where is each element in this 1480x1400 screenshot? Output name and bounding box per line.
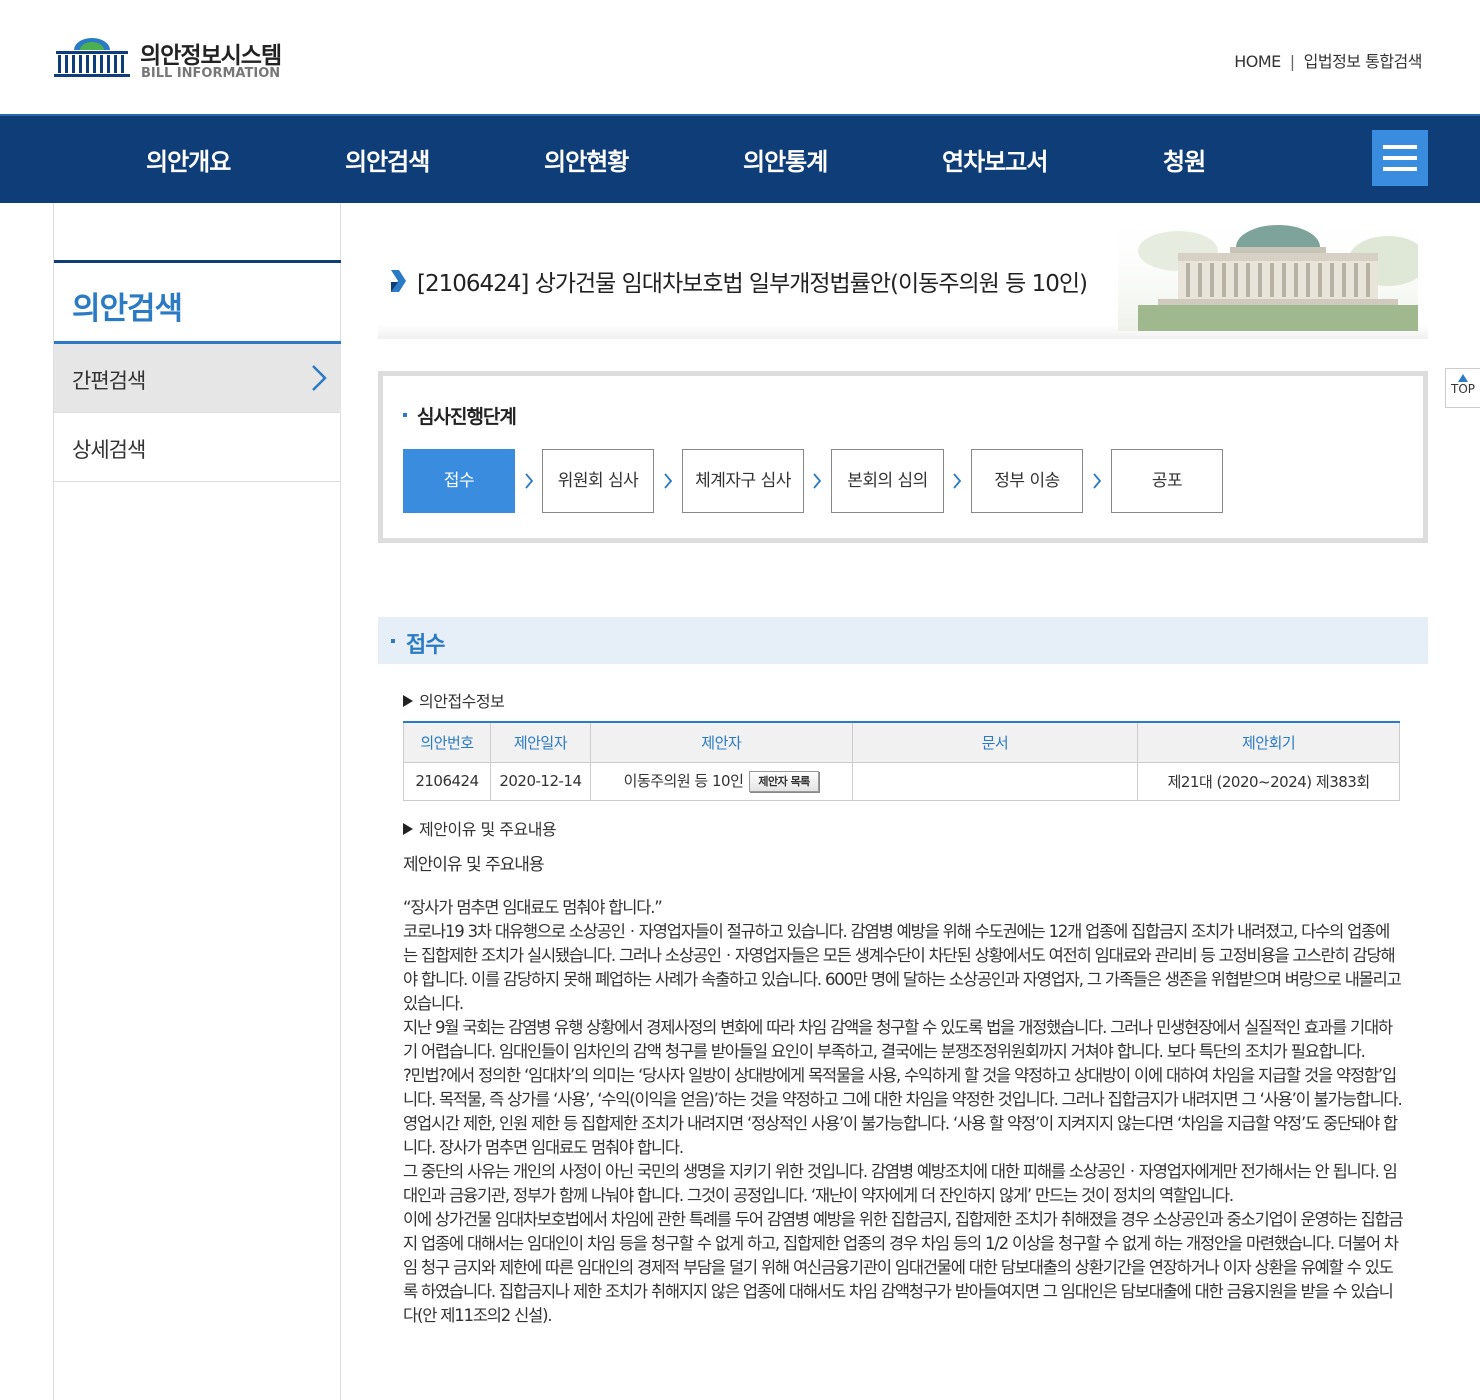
gnb-item-statistics[interactable]: 의안통계	[743, 142, 828, 177]
proposer-text: 이동주의원 등 10인	[623, 772, 744, 790]
bullet-icon	[403, 412, 407, 417]
top-arrow-icon	[1458, 374, 1468, 382]
triangle-right-icon	[403, 822, 413, 835]
step-legal-review[interactable]: 체계자구 심사	[682, 449, 804, 513]
bullet-icon	[391, 639, 395, 643]
reason-paragraph: “장사가 멈추면 임대료도 멈춰야 합니다.”	[403, 898, 663, 917]
step-government-transfer[interactable]: 정부 이송	[971, 449, 1083, 513]
gnb-item-petition[interactable]: 청원	[1163, 142, 1206, 177]
gnb-item-search[interactable]: 의안검색	[345, 142, 430, 177]
sidebar-title: 의안검색	[54, 260, 341, 344]
reason-paragraph: 지난 9월 국회는 감염병 유행 상황에서 경제사정의 변화에 따라 차임 감액…	[403, 1018, 1393, 1061]
step-received[interactable]: 접수	[403, 449, 515, 513]
title-arrow-icon	[391, 270, 406, 292]
site-logo[interactable]: 의안정보시스템 BILL INFORMATION	[52, 36, 312, 86]
sidebar-item-simple-search[interactable]: 간편검색	[54, 344, 341, 413]
review-progress-box: 심사진행단계 접수 위원회 심사 체계자구 심사 본회의 심의 정부 이송 공포	[378, 371, 1428, 543]
step-promulgation[interactable]: 공포	[1111, 449, 1223, 513]
hamburger-line	[1383, 167, 1417, 171]
top-label: TOP	[1450, 382, 1475, 396]
step-plenary-review[interactable]: 본회의 심의	[831, 449, 944, 513]
chevron-right-icon	[813, 473, 822, 489]
gnb-item-status[interactable]: 의안현황	[544, 142, 629, 177]
assembly-building-image	[1118, 211, 1418, 331]
step-committee-review[interactable]: 위원회 심사	[542, 449, 654, 513]
chevron-right-icon	[312, 365, 327, 391]
reason-paragraph: 그 중단의 사유는 개인의 사정이 아닌 국민의 생명을 지키기 위한 것입니다…	[403, 1162, 1398, 1205]
sidebar-title-text: 의안검색	[72, 291, 183, 327]
table-header-row: 의안번호 제안일자 제안자 문서 제안회기	[403, 721, 1400, 763]
main-navigation: 의안개요 의안검색 의안현황 의안통계 연차보고서 청원	[0, 114, 1480, 203]
scroll-top-button[interactable]: TOP	[1445, 368, 1480, 408]
review-progress-title: 심사진행단계	[403, 402, 517, 429]
reason-heading: 제안이유 및 주요내용	[403, 816, 557, 840]
utility-links: HOME | 입법정보 통합검색	[1234, 48, 1422, 72]
reason-paragraph: 이에 상가건물 임대차보호법에서 차임에 관한 특례를 두어 감염병 예방을 위…	[403, 1210, 1404, 1325]
cell-date: 2020-12-14	[489, 761, 591, 801]
reason-paragraph: ?민법?에서 정의한 ‘임대차’의 의미는 ‘당사자 일방이 상대방에게 목적물…	[403, 1066, 1403, 1157]
cell-document	[851, 761, 1139, 801]
page-title: [2106424] 상가건물 임대차보호법 일부개정법률안(이동주의원 등 10…	[417, 271, 1088, 297]
chevron-right-icon	[525, 473, 534, 489]
logo-subtitle: BILL INFORMATION	[141, 66, 281, 81]
page-title-area: [2106424] 상가건물 임대차보호법 일부개정법률안(이동주의원 등 10…	[378, 203, 1428, 339]
sidebar-item-label: 간편검색	[72, 369, 146, 393]
triangle-right-icon	[403, 694, 413, 707]
section-header-received: 접수	[378, 617, 1428, 664]
bill-receipt-info-heading-text: 의안접수정보	[419, 692, 505, 711]
sidebar-item-detail-search[interactable]: 상세검색	[54, 413, 341, 482]
chevron-right-icon	[1093, 473, 1102, 489]
reason-heading-text: 제안이유 및 주요내용	[419, 820, 557, 839]
util-separator: |	[1289, 52, 1295, 71]
cell-proposer: 이동주의원 등 10인 제안자 목록	[589, 761, 853, 801]
national-assembly-logo-icon	[54, 38, 130, 77]
hamburger-line	[1383, 156, 1417, 160]
site-header: 의안정보시스템 BILL INFORMATION HOME | 입법정보 통합검색	[0, 0, 1480, 114]
sidebar: 의안검색 간편검색 상세검색	[53, 203, 341, 1400]
proposer-list-button[interactable]: 제안자 목록	[749, 771, 819, 792]
hamburger-menu-icon	[1383, 145, 1417, 149]
hamburger-menu-button[interactable]	[1372, 130, 1428, 186]
chevron-right-icon	[953, 473, 962, 489]
col-proposer: 제안자	[589, 721, 853, 763]
reason-paragraph: 코로나19 3차 대유행으로 소상공인ㆍ자영업자들이 절규하고 있습니다. 감염…	[403, 922, 1402, 1013]
chevron-right-icon	[664, 473, 673, 489]
table-row: 2106424 2020-12-14 이동주의원 등 10인 제안자 목록 제21…	[403, 761, 1400, 801]
integrated-search-link[interactable]: 입법정보 통합검색	[1304, 48, 1423, 72]
bill-receipt-info-heading: 의안접수정보	[403, 688, 505, 712]
cell-session: 제21대 (2020~2024) 제383회	[1137, 761, 1400, 801]
col-bill-no: 의안번호	[403, 721, 491, 763]
reason-label: 제안이유 및 주요내용	[403, 855, 545, 875]
review-progress-title-text: 심사진행단계	[417, 406, 517, 428]
col-session: 제안회기	[1137, 721, 1400, 763]
section-title: 접수	[406, 633, 445, 658]
home-link[interactable]: HOME	[1234, 52, 1281, 71]
col-document: 문서	[851, 721, 1139, 763]
reason-body: “장사가 멈추면 임대료도 멈춰야 합니다.” 코로나19 3차 대유행으로 소…	[403, 896, 1404, 1328]
gnb-item-annual-report[interactable]: 연차보고서	[942, 142, 1048, 177]
logo-title: 의안정보시스템	[140, 43, 282, 69]
gnb-item-overview[interactable]: 의안개요	[146, 142, 231, 177]
sidebar-item-label: 상세검색	[72, 438, 146, 462]
bill-info-table: 의안번호 제안일자 제안자 문서 제안회기 2106424 2020-12-14…	[403, 721, 1400, 801]
cell-bill-no: 2106424	[403, 761, 491, 801]
col-date: 제안일자	[489, 721, 591, 763]
